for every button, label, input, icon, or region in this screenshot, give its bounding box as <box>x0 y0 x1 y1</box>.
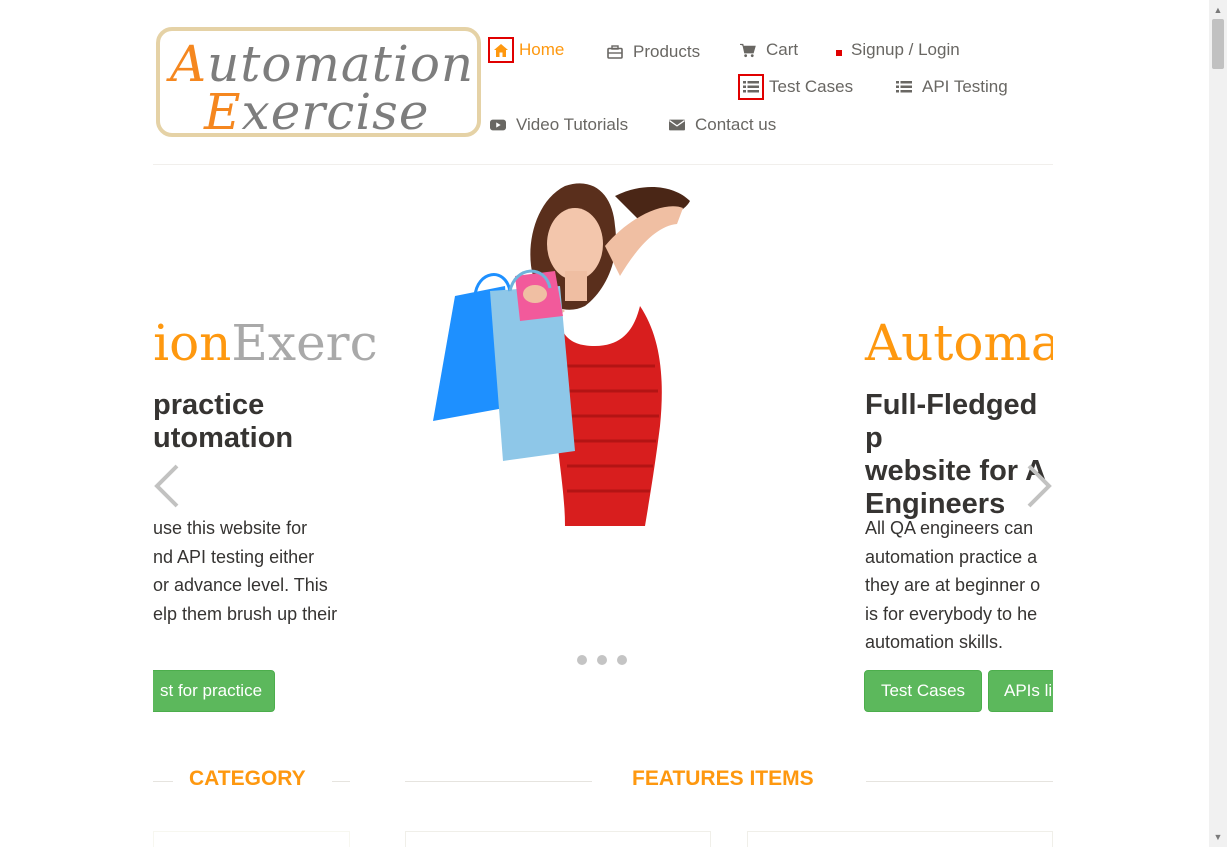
nav-video-tutorials-label: Video Tutorials <box>516 115 629 134</box>
category-panel <box>153 831 350 847</box>
test-list-button[interactable]: st for practice <box>153 670 275 712</box>
product-card[interactable] <box>405 831 711 847</box>
list-icon <box>896 79 912 95</box>
logo-line-1: Automation <box>170 35 475 93</box>
slider-indicator[interactable] <box>617 655 627 665</box>
list-icon <box>738 74 764 100</box>
nav-api-testing-label: API Testing <box>922 77 1008 96</box>
nav-products[interactable]: Products <box>607 42 700 62</box>
scroll-down-arrow[interactable]: ▼ <box>1209 829 1227 845</box>
apis-list-button[interactable]: APIs li <box>988 670 1053 712</box>
nav-products-label: Products <box>633 42 701 61</box>
category-rule-left <box>153 781 173 782</box>
play-icon <box>490 117 506 133</box>
slide-left-heading: practice utomation <box>153 389 294 454</box>
nav-contact-us-label: Contact us <box>695 115 777 134</box>
nav-home-label: Home <box>519 40 565 59</box>
slider-prev-arrow[interactable] <box>153 464 181 516</box>
slide-left-brand: tionExerc <box>153 318 378 368</box>
category-rule-right <box>332 781 350 782</box>
nav-test-cases[interactable]: Test Cases <box>738 74 854 100</box>
slide-right-brand: Automa <box>865 314 1053 372</box>
features-rule-right <box>866 781 1053 782</box>
slider-next-arrow[interactable] <box>1025 464 1053 516</box>
page: Automation Exercise Home Products Cart S… <box>0 0 1209 847</box>
features-rule-left <box>405 781 592 782</box>
shopping-model-image <box>433 183 690 526</box>
header-divider <box>153 164 1053 165</box>
slider-indicator[interactable] <box>577 655 587 665</box>
home-icon <box>488 37 514 63</box>
nav-cart[interactable]: Cart <box>740 40 798 60</box>
scroll-thumb[interactable] <box>1212 19 1224 69</box>
product-card[interactable] <box>747 831 1053 847</box>
envelope-icon <box>669 117 685 133</box>
slide-left-text: use this website for nd API testing eith… <box>153 518 338 624</box>
lock-icon <box>836 50 842 56</box>
page-scrollbar[interactable]: ▲ ▼ <box>1209 0 1227 847</box>
scroll-up-arrow[interactable]: ▲ <box>1209 2 1227 18</box>
nav-video-tutorials[interactable]: Video Tutorials <box>490 115 628 135</box>
nav-contact-us[interactable]: Contact us <box>669 115 776 135</box>
category-title: CATEGORY <box>189 767 306 790</box>
nav-cart-label: Cart <box>766 40 799 59</box>
test-cases-button[interactable]: Test Cases <box>864 670 982 712</box>
briefcase-icon <box>607 44 623 60</box>
nav-api-testing[interactable]: API Testing <box>896 77 1008 97</box>
slide-right-text: All QA engineers can automation practice… <box>865 518 1041 652</box>
nav-test-cases-label: Test Cases <box>769 77 854 96</box>
nav-home[interactable]: Home <box>488 37 565 63</box>
slider-indicator[interactable] <box>597 655 607 665</box>
logo-line-2: Exercise <box>204 83 430 137</box>
nav-signup-login-label: Signup / Login <box>851 40 960 59</box>
slider-indicators <box>577 655 627 665</box>
cart-icon <box>740 42 756 58</box>
site-logo[interactable]: Automation Exercise <box>156 27 481 137</box>
features-items-title: FEATURES ITEMS <box>632 767 814 790</box>
hero-slider: tionExerc practice utomation use this we… <box>153 166 1053 726</box>
nav-signup-login[interactable]: Signup / Login <box>836 40 960 60</box>
